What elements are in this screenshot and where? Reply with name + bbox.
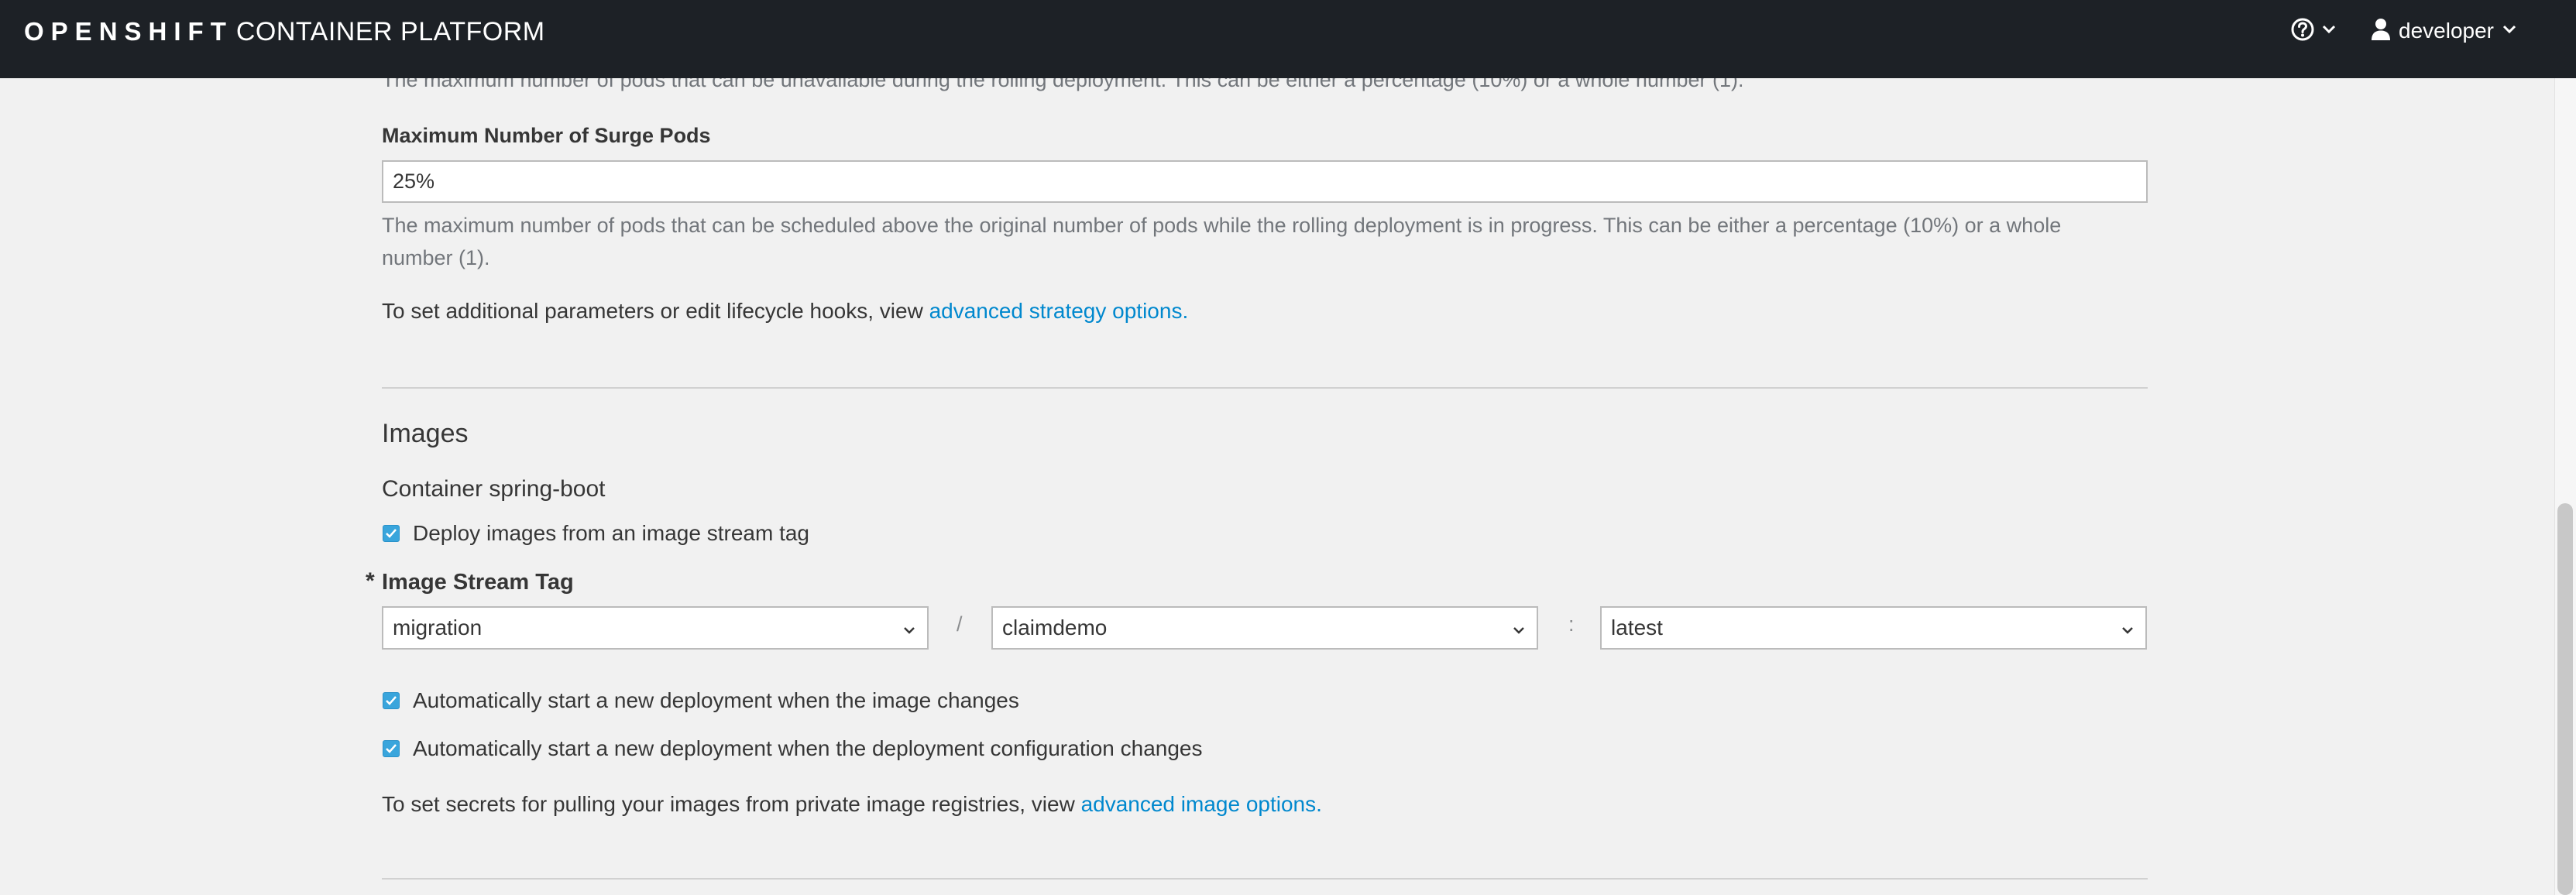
project-select-value: migration	[393, 616, 483, 640]
container-title: Container spring-boot	[382, 476, 606, 502]
advanced-strategy-text: To set additional parameters or edit lif…	[382, 299, 929, 323]
question-circle-icon	[2290, 17, 2315, 46]
help-menu-toggle[interactable]	[2290, 15, 2337, 46]
advanced-strategy-link[interactable]: advanced strategy options.	[929, 299, 1189, 323]
user-menu-toggle[interactable]: developer	[2371, 15, 2517, 46]
image-stream-tag-label: Image Stream Tag	[382, 570, 574, 595]
user-icon	[2371, 18, 2391, 45]
max-surge-help-text: The maximum number of pods that can be s…	[382, 214, 2062, 237]
tag-select[interactable]: latest	[1600, 606, 2147, 650]
image-stream-select[interactable]: claimdemo	[991, 606, 1538, 650]
advanced-image-link[interactable]: advanced image options.	[1081, 792, 1322, 816]
image-stream-select-value: claimdemo	[1002, 616, 1108, 640]
brand-name-light: CONTAINER PLATFORM	[235, 16, 545, 46]
max-surge-input[interactable]: 25%	[382, 160, 2148, 203]
required-marker: *	[366, 568, 375, 594]
chevron-down-icon	[1512, 616, 1526, 640]
chevron-down-icon	[2502, 24, 2517, 39]
colon-separator: :	[1568, 612, 1575, 636]
section-divider	[382, 878, 2148, 880]
masthead: OPENSHIFT CONTAINER PLATFORM developer	[0, 0, 2576, 78]
chevron-down-icon	[2321, 24, 2337, 39]
auto-deploy-config-change-label: Automatically start a new deployment whe…	[413, 736, 1203, 760]
max-surge-label: Maximum Number of Surge Pods	[382, 124, 711, 147]
advanced-image-note: To set secrets for pulling your images f…	[382, 792, 1322, 817]
deploy-from-image-stream-label: Deploy images from an image stream tag	[413, 521, 809, 545]
check-icon	[386, 744, 397, 753]
chevron-down-icon	[902, 616, 916, 640]
brand-name-bold: OPENSHIFT	[24, 17, 233, 46]
slash-separator: /	[957, 612, 963, 636]
brand-logo[interactable]: OPENSHIFT CONTAINER PLATFORM	[24, 14, 545, 50]
scrollbar-thumb[interactable]	[2557, 503, 2573, 895]
chevron-down-icon	[2121, 616, 2135, 640]
section-divider	[382, 387, 2148, 389]
max-surge-help-text-continued: number (1).	[382, 246, 490, 269]
auto-deploy-config-change-checkbox[interactable]	[383, 740, 400, 757]
deploy-from-image-stream-checkbox[interactable]	[383, 525, 400, 542]
auto-deploy-image-change-label: Automatically start a new deployment whe…	[413, 688, 1019, 712]
auto-deploy-image-change-checkbox[interactable]	[383, 692, 400, 709]
project-select[interactable]: migration	[382, 606, 929, 650]
advanced-image-text: To set secrets for pulling your images f…	[382, 792, 1081, 816]
check-icon	[386, 529, 397, 538]
images-heading: Images	[382, 419, 469, 448]
tag-select-value: latest	[1611, 616, 1663, 640]
username: developer	[2399, 19, 2494, 43]
advanced-strategy-note: To set additional parameters or edit lif…	[382, 299, 1188, 324]
check-icon	[386, 696, 397, 705]
